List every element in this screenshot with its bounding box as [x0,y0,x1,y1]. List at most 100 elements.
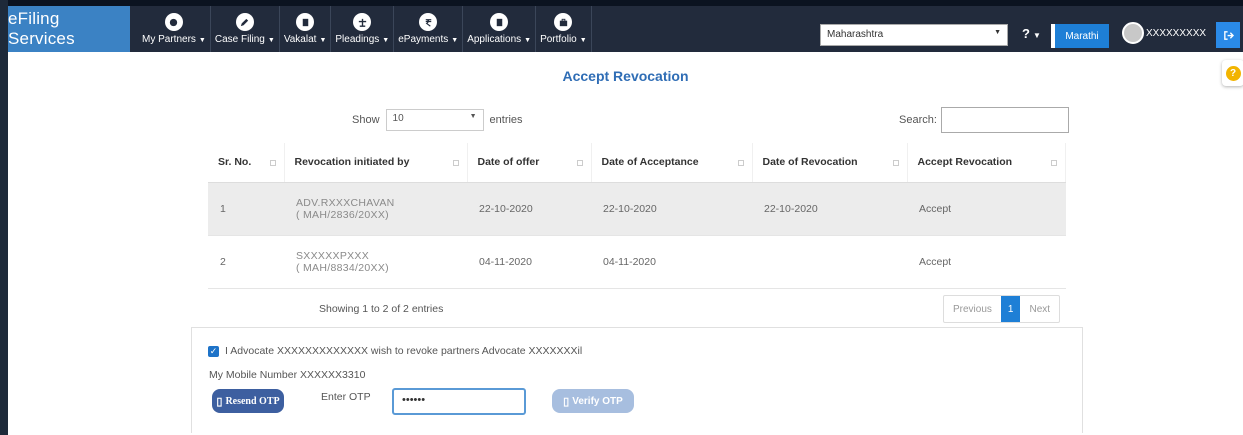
file-icon [490,13,509,31]
nav-epayments[interactable]: ePayments ▼ [394,6,464,52]
table-row: 1 ADV.RXXXCHAVAN ( MAH/2836/20XX) 22-10-… [208,182,1066,236]
phone-icon: ▯ [216,395,223,408]
rupee-icon [419,13,438,31]
cell-sr: 1 [208,182,284,236]
table-info: Showing 1 to 2 of 2 entries [319,303,444,315]
pagination-page-1[interactable]: 1 [1000,296,1021,322]
nav-label: ePayments [398,34,449,45]
col-date-of-acceptance[interactable]: Date of Acceptance [591,143,753,183]
consent-checkbox[interactable]: ✓ [208,345,219,357]
caret-down-icon: ▼ [451,37,459,44]
nav-label: Pleadings [335,34,380,45]
sort-icon [576,160,583,166]
consent-text: I Advocate XXXXXXXXXXXXX wish to revoke … [225,345,583,357]
accept-link[interactable]: Accept [907,235,1066,289]
briefcase-icon [554,13,573,31]
col-label: Date of Revocation [762,156,858,169]
advocate-name: SXXXXXPXXX [296,249,370,262]
nav-my-partners[interactable]: My Partners ▼ [138,6,211,52]
caret-down-icon: ▼ [579,37,587,44]
mobile-number-text: My Mobile Number XXXXXX3310 [209,369,366,381]
caret-down-icon: ▼ [1032,31,1041,40]
accept-link[interactable]: Accept [907,182,1066,236]
col-date-of-offer[interactable]: Date of offer [467,143,592,183]
caret-down-icon: ▼ [267,37,275,44]
sort-icon [269,160,276,166]
state-select[interactable]: Maharashtra ▼ [820,24,1008,46]
pencil-icon [235,13,254,31]
pagination: Previous 1 Next [943,295,1061,323]
help-label: ? [1022,26,1030,41]
cell-initiated-by: SXXXXXPXXX ( MAH/8834/20XX) [284,235,467,289]
show-label: Show [352,114,380,126]
cell-acceptance-date: 22-10-2020 [591,182,752,236]
search-label: Search: [899,114,937,126]
caret-down-icon: ▼ [319,37,327,44]
sort-icon [737,160,744,166]
scale-icon [353,13,372,31]
cell-offer-date: 04-11-2020 [467,235,591,289]
revocation-table: Sr. No. Revocation initiated by Date of … [208,143,1066,289]
table-search: Search: [899,107,1069,133]
advocate-reg: ( MAH/2836/20XX) [296,208,389,221]
entries-select[interactable]: 10 ▼ [385,109,484,131]
logout-icon [1223,30,1234,40]
col-label: Revocation initiated by [294,156,410,169]
username: XXXXXXXXX [1146,27,1207,39]
cell-offer-date: 22-10-2020 [467,182,591,236]
logout-button[interactable] [1216,22,1240,48]
col-label: Accept Revocation [917,156,1013,169]
brand-logo[interactable]: eFiling Services [8,6,130,52]
state-select-value: Maharashtra [827,29,884,40]
help-menu[interactable]: ? ▼ [1022,26,1041,41]
nav-portfolio[interactable]: Portfolio ▼ [536,6,592,52]
avatar [1122,22,1144,44]
sort-icon [892,160,899,166]
col-sr-no[interactable]: Sr. No. [208,143,285,183]
advocate-name: ADV.RXXXCHAVAN [296,196,395,209]
col-label: Sr. No. [218,156,252,169]
nav-label: Case Filing [214,34,265,45]
nav-label: Applications [467,34,522,45]
caret-down-icon: ▼ [198,37,206,44]
cell-revocation-date [752,235,907,289]
top-navbar: eFiling Services My Partners ▼ Case Filin… [8,0,1243,52]
resend-otp-button[interactable]: ▯ Resend OTP [212,389,284,413]
search-input[interactable] [940,107,1069,133]
nav-label: Portfolio [540,34,577,45]
nav-label: Vakalat [283,34,317,45]
cell-acceptance-date: 04-11-2020 [591,235,752,289]
entries-value: 10 [392,113,404,124]
sort-icon [1051,160,1057,166]
nav-case-filing[interactable]: Case Filing ▼ [211,6,280,52]
document-icon [296,13,315,31]
cell-initiated-by: ADV.RXXXCHAVAN ( MAH/2836/20XX) [284,182,467,236]
col-label: Date of Acceptance [601,156,699,169]
nav-applications[interactable]: Applications ▼ [463,6,537,52]
cell-sr: 2 [208,235,284,289]
handshake-icon [164,13,183,31]
col-date-of-revocation[interactable]: Date of Revocation [752,143,908,183]
col-initiated-by[interactable]: Revocation initiated by [284,143,468,183]
otp-input[interactable]: •••••• [392,388,526,415]
enter-otp-label: Enter OTP [321,391,371,403]
advocate-reg: ( MAH/8834/20XX) [296,261,389,274]
nav-pleadings[interactable]: Pleadings ▼ [331,6,395,52]
consent-row: ✓ I Advocate XXXXXXXXXXXXX wish to revok… [208,345,582,357]
col-accept-revocation[interactable]: Accept Revocation [907,143,1066,183]
pagination-next[interactable]: Next [1020,296,1059,322]
sort-icon [452,160,459,166]
entries-label: entries [489,114,523,126]
language-button[interactable]: Marathi [1051,24,1109,48]
verify-otp-label: Verify OTP [572,395,623,407]
nav-vakalat[interactable]: Vakalat ▼ [280,6,332,52]
verify-otp-button[interactable]: ▯ Verify OTP [552,389,634,413]
page-title: Accept Revocation [562,68,689,84]
table-row: 2 SXXXXXPXXX ( MAH/8834/20XX) 04-11-2020… [208,235,1066,289]
chevron-down-icon: ▼ [469,113,477,120]
table-header-row: Sr. No. Revocation initiated by Date of … [208,143,1066,183]
col-label: Date of offer [477,156,540,169]
user-menu[interactable]: XXXXXXXXX [1122,22,1206,44]
phone-icon: ▯ [563,395,570,408]
pagination-previous[interactable]: Previous [944,296,1001,322]
